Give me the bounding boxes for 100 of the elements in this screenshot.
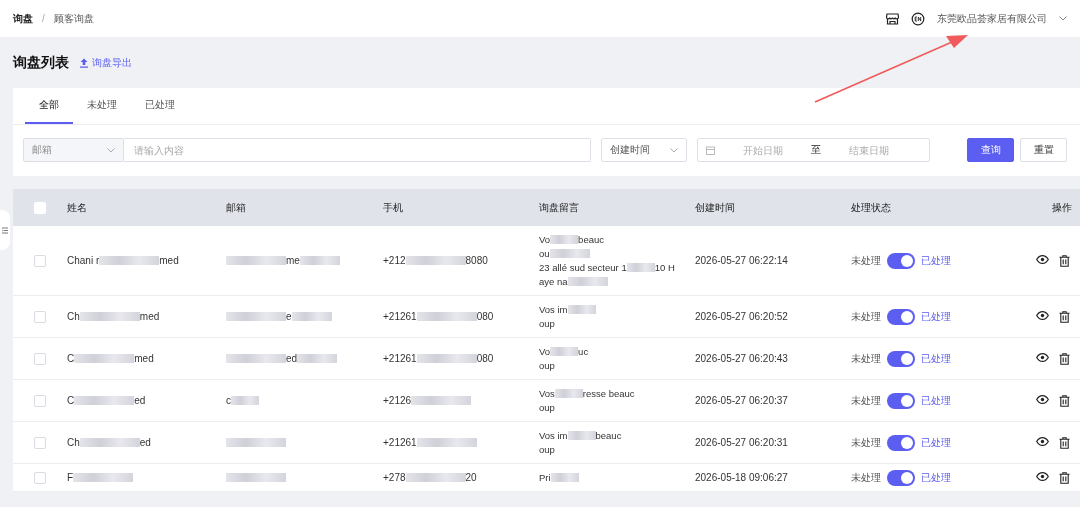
search-button[interactable]: 查询 (967, 138, 1014, 162)
name-text: ed (139, 437, 151, 448)
name-text: F (67, 472, 74, 483)
message-text: uc (578, 346, 589, 357)
status-label: 未处理 (851, 393, 881, 408)
name-text: 20 (465, 472, 477, 483)
name-text: +2126 (383, 395, 412, 406)
column-header: 操作 (1052, 200, 1073, 215)
message-text: 23 allé sud secteur 1 (539, 262, 627, 273)
name-text: 080 (476, 353, 494, 364)
breadcrumb-item[interactable]: 询盘 (13, 11, 33, 26)
message-text: oup (539, 402, 555, 413)
column-header: 处理状态 (851, 200, 891, 215)
view-icon[interactable] (1036, 436, 1049, 446)
created-time: 2026-05-18 09:06:27 (695, 472, 789, 483)
reset-button[interactable]: 重置 (1020, 138, 1067, 162)
name-text: ed (134, 395, 146, 406)
created-time: 2026-05-27 06:20:37 (695, 395, 789, 406)
upload-icon (79, 57, 89, 68)
created-time: 2026-05-27 06:20:31 (695, 437, 789, 448)
row-checkbox[interactable] (34, 394, 46, 407)
status-label: 已处理 (921, 351, 951, 366)
language-icon[interactable] (911, 11, 925, 26)
status-label: 未处理 (851, 309, 881, 324)
name-text: +278 (383, 472, 406, 483)
message-text: resse beauc (582, 388, 635, 399)
export-link[interactable]: 询盘导出 (79, 55, 132, 70)
select-all-checkbox[interactable] (34, 201, 46, 214)
message-text: Vo (539, 234, 551, 245)
filter-tab[interactable]: 已处理 (131, 88, 189, 124)
breadcrumb-separator: / (42, 13, 45, 24)
delete-icon[interactable] (1059, 352, 1070, 365)
status-label: 已处理 (921, 253, 951, 268)
name-text: med (139, 311, 160, 322)
row-checkbox[interactable] (34, 436, 46, 449)
row-checkbox[interactable] (34, 254, 46, 267)
row-checkbox[interactable] (34, 471, 46, 484)
view-icon[interactable] (1036, 471, 1049, 481)
view-icon[interactable] (1036, 394, 1049, 404)
email-text: e (286, 311, 292, 322)
chevron-down-icon[interactable] (1059, 16, 1067, 21)
name-text: Chani r (67, 255, 100, 266)
status-switch[interactable] (887, 308, 915, 325)
status-label: 已处理 (921, 393, 951, 408)
breadcrumb-item: 顾客询盘 (53, 11, 94, 26)
delete-icon[interactable] (1059, 254, 1070, 267)
delete-icon[interactable] (1059, 471, 1070, 484)
message-text: Vos (539, 388, 555, 399)
chevron-down-icon (670, 147, 678, 153)
filter-tab[interactable]: 未处理 (73, 88, 131, 124)
status-label: 未处理 (851, 470, 881, 485)
search-field[interactable]: 请输入内容 (124, 138, 591, 162)
message-text: oup (539, 444, 555, 455)
field-select[interactable]: 邮箱 (23, 138, 124, 162)
status-label: 未处理 (851, 435, 881, 450)
time-select[interactable]: 创建时间 (601, 138, 687, 162)
page-title: 询盘列表 (13, 53, 69, 72)
message-text: aye na (539, 276, 568, 287)
delete-icon[interactable] (1059, 310, 1070, 323)
message-text: Pri (539, 472, 551, 483)
name-text: 8080 (465, 255, 488, 266)
name-text: C (67, 353, 75, 364)
delete-icon[interactable] (1059, 436, 1070, 449)
column-header: 姓名 (67, 200, 87, 215)
menu-fold-icon (2, 226, 8, 234)
name-text: C (67, 395, 75, 406)
status-label: 已处理 (921, 435, 951, 450)
column-header: 创建时间 (695, 200, 735, 215)
message-text: 10 H (654, 262, 675, 273)
view-icon[interactable] (1036, 254, 1049, 264)
name-text: +21261 (383, 311, 417, 322)
status-switch[interactable] (887, 252, 915, 269)
column-header: 邮箱 (226, 200, 246, 215)
name-text: Ch (67, 437, 80, 448)
company-name[interactable]: 东莞欧品荟家居有限公司 (937, 11, 1047, 26)
view-icon[interactable] (1036, 352, 1049, 362)
status-switch[interactable] (887, 350, 915, 367)
name-text: med (159, 255, 179, 266)
status-label: 未处理 (851, 351, 881, 366)
calendar-icon (706, 145, 715, 155)
message-text: ou (539, 248, 550, 259)
filter-tab[interactable]: 全部 (25, 88, 73, 124)
view-icon[interactable] (1036, 310, 1049, 320)
name-text: +21261 (383, 437, 417, 448)
status-switch[interactable] (887, 434, 915, 451)
status-label: 未处理 (851, 253, 881, 268)
status-switch[interactable] (887, 469, 915, 486)
delete-icon[interactable] (1059, 394, 1070, 407)
column-header: 询盘留言 (539, 200, 579, 215)
message-text: Vo (539, 346, 551, 357)
email-text: c (226, 395, 231, 406)
status-switch[interactable] (887, 392, 915, 409)
store-icon[interactable] (886, 12, 899, 25)
chevron-down-icon (107, 147, 115, 153)
message-text: Vos im (539, 430, 568, 441)
message-text: beauc (595, 430, 622, 441)
name-text: Ch (67, 311, 80, 322)
row-checkbox[interactable] (34, 352, 46, 365)
message-text: oup (539, 360, 555, 371)
row-checkbox[interactable] (34, 310, 46, 323)
